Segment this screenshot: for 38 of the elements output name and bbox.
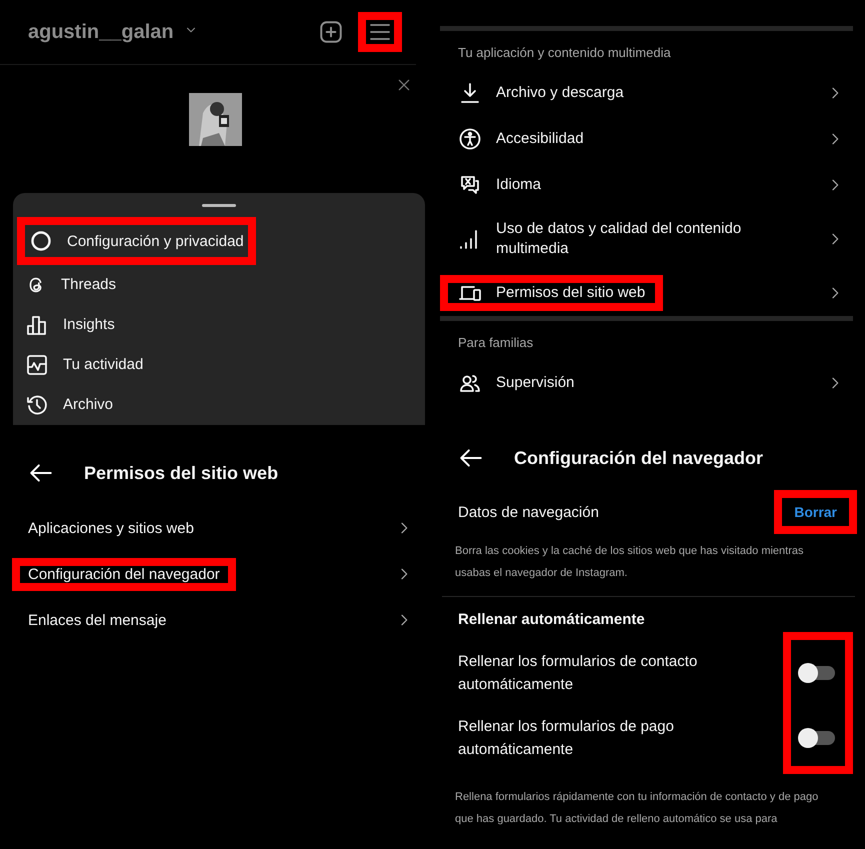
screen-title: Configuración del navegador <box>514 448 764 468</box>
menu-item[interactable]: Idioma <box>496 175 542 195</box>
description: Borra las cookies y la caché de los sitios web que has visitado mientras usabas el navegador de Instagram. <box>454 544 805 581</box>
clear-button[interactable]: Borrar <box>774 490 857 534</box>
toggle-label: Rellenar los formularios de pago automáticamente <box>458 716 675 760</box>
menu-item[interactable]: Configuración y privacidad <box>67 232 244 250</box>
translate-icon <box>458 173 482 197</box>
menu-item[interactable]: Tu actividad <box>63 356 144 374</box>
activity-icon <box>25 352 49 377</box>
menu-item[interactable]: Permisos del sitio web <box>496 283 646 303</box>
menu-item[interactable]: Enlaces del mensaje <box>28 612 166 628</box>
menu-item[interactable]: Supervisión <box>496 373 574 393</box>
description: Rellena formularios rápidamente con tu información de contacto y de pago que has guardado. Tu actividad de relleno automático se usa para <box>454 790 820 827</box>
close-icon <box>396 77 412 93</box>
menu-item[interactable]: Configuración del navegador <box>28 566 220 582</box>
screen-title: Permisos del sitio web <box>84 462 278 484</box>
toggle-switch[interactable] <box>801 666 835 680</box>
add-icon <box>318 19 344 45</box>
section-header: Rellenar automáticamente <box>457 610 646 630</box>
menu-item[interactable]: Insights <box>63 316 115 334</box>
section-header: Tu aplicación y contenido multimedia <box>457 44 672 62</box>
menu-item[interactable]: Archivo y descarga <box>496 83 624 103</box>
menu-item[interactable]: Accesibilidad <box>496 129 584 149</box>
download-icon <box>458 81 482 105</box>
highlight-frame[interactable] <box>358 12 402 52</box>
menu-item[interactable]: Archivo <box>63 396 114 414</box>
toggle-label: Rellenar los formularios de contacto automáticamente <box>458 652 698 694</box>
menu-item[interactable]: Uso de datos y calidad del contenido multimedia <box>496 219 786 259</box>
toggle-switch[interactable] <box>801 730 835 744</box>
section-header: Para familias <box>457 334 534 352</box>
menu-item[interactable]: Threads <box>61 276 116 294</box>
setting-label: Datos de navegación <box>458 504 599 520</box>
gear-icon <box>29 229 53 254</box>
drag-handle[interactable] <box>202 204 236 208</box>
accessibility-icon <box>458 127 482 151</box>
username[interactable]: agustin__galan <box>28 20 174 44</box>
menu-item[interactable]: Aplicaciones y sitios web <box>28 520 194 536</box>
history-icon <box>25 392 49 417</box>
